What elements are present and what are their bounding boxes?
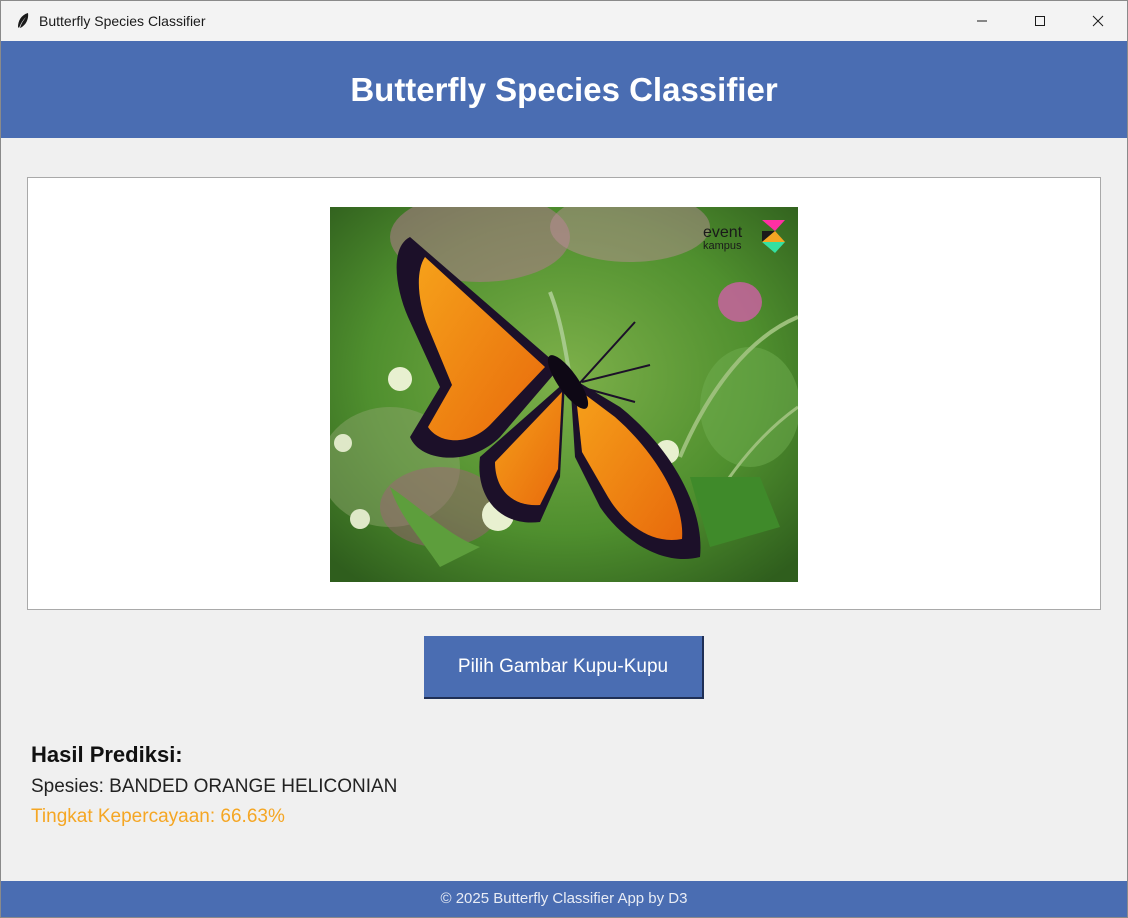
footer-text: © 2025 Butterfly Classifier App by D3 [440, 890, 688, 907]
butterfly-photo: event kampus [330, 207, 798, 582]
watermark-event: event [703, 224, 743, 241]
image-preview-panel: event kampus [27, 177, 1101, 610]
window-controls [953, 1, 1127, 41]
window-title: Butterfly Species Classifier [39, 13, 206, 29]
close-button[interactable] [1069, 1, 1127, 41]
title-bar: Butterfly Species Classifier [1, 1, 1127, 41]
close-icon [1092, 15, 1104, 27]
result-heading: Hasil Prediksi: [31, 742, 183, 767]
app-footer: © 2025 Butterfly Classifier App by D3 [1, 881, 1127, 917]
app-window: Butterfly Species Classifier Butterfly S… [0, 0, 1128, 918]
app-header: Butterfly Species Classifier [1, 41, 1127, 138]
maximize-icon [1035, 16, 1045, 26]
feather-icon [18, 13, 29, 28]
page-title: Butterfly Species Classifier [350, 70, 778, 108]
result-species: Spesies: BANDED ORANGE HELICONIAN [31, 776, 398, 797]
minimize-button[interactable] [953, 1, 1011, 41]
minimize-icon [977, 20, 987, 22]
pick-image-button[interactable]: Pilih Gambar Kupu-Kupu [424, 636, 704, 699]
watermark-kampus: kampus [703, 240, 742, 252]
result-confidence: Tingkat Kepercayaan: 66.63% [31, 806, 285, 827]
maximize-button[interactable] [1011, 1, 1069, 41]
